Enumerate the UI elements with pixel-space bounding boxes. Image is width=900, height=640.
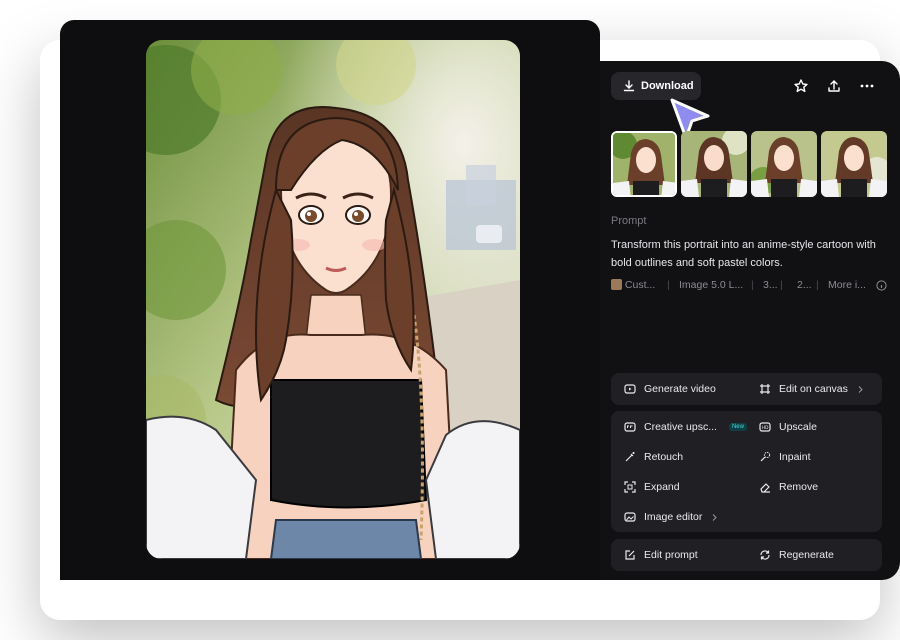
image-editor-icon: [624, 512, 636, 522]
edit-prompt-button[interactable]: Edit prompt: [624, 549, 698, 561]
remove-button[interactable]: Remove: [759, 481, 818, 493]
generated-image[interactable]: [146, 40, 520, 559]
meta-more[interactable]: More i...: [828, 279, 866, 291]
new-badge: New: [728, 423, 747, 431]
more-icon[interactable]: [859, 78, 875, 94]
edit-on-canvas-button[interactable]: Edit on canvas: [759, 383, 865, 395]
prompt-label: Prompt: [611, 215, 647, 227]
expand-icon: [624, 481, 636, 493]
inpaint-button[interactable]: Inpaint: [759, 451, 811, 463]
meta-divider: |: [751, 279, 754, 291]
svg-text:HD: HD: [762, 425, 769, 431]
eraser-icon: [760, 483, 770, 493]
meta-divider: |: [780, 279, 783, 291]
edit-prompt-icon: [625, 550, 635, 560]
style-thumb-icon: [611, 279, 622, 290]
meta-style[interactable]: Cust...: [611, 279, 655, 291]
video-icon: [624, 384, 636, 394]
regenerate-icon: [760, 550, 770, 560]
download-icon: [623, 80, 635, 92]
share-icon[interactable]: [826, 78, 842, 94]
chevron-right-icon: [858, 385, 863, 393]
prompt-text: Transform this portrait into an anime-st…: [611, 239, 876, 269]
toolbar: Download: [611, 72, 889, 102]
generation-meta: Cust... | Image 5.0 L... | 3... | 2... |…: [611, 279, 891, 293]
action-group-primary: Generate video Edit on canvas: [611, 373, 882, 405]
retouch-button[interactable]: Retouch: [624, 451, 683, 463]
canvas-icon: [760, 384, 770, 394]
upscale-button[interactable]: HD Upscale: [759, 421, 817, 433]
creative-upscale-button[interactable]: Creative upsc... New: [624, 421, 747, 433]
expand-button[interactable]: Expand: [624, 481, 680, 493]
meta-divider: |: [667, 279, 670, 291]
star-icon[interactable]: [793, 78, 809, 94]
meta-count[interactable]: 2...: [797, 279, 812, 291]
chevron-right-icon: [713, 513, 718, 521]
image-editor-button[interactable]: Image editor: [624, 511, 719, 523]
upscale-icon: HD: [759, 422, 771, 432]
meta-model[interactable]: Image 5.0 L...: [679, 279, 743, 291]
meta-ratio[interactable]: 3...: [763, 279, 778, 291]
info-icon[interactable]: [876, 280, 887, 291]
action-group-edit: Creative upsc... New HD Upscale Retouch …: [611, 411, 882, 532]
generate-video-button[interactable]: Generate video: [624, 383, 716, 395]
action-group-prompt: Edit prompt Regenerate: [611, 539, 882, 571]
regenerate-button[interactable]: Regenerate: [759, 549, 834, 561]
inpaint-icon: [760, 451, 771, 462]
thumbnail-3[interactable]: [751, 131, 817, 197]
meta-divider: |: [816, 279, 819, 291]
thumbnail-2[interactable]: [681, 131, 747, 197]
download-label: Download: [641, 80, 694, 92]
thumbnail-4[interactable]: [821, 131, 887, 197]
retouch-icon: [625, 452, 635, 462]
thumbnail-1[interactable]: [611, 131, 677, 197]
variation-thumbnails: [611, 131, 889, 199]
creative-upscale-icon: [624, 422, 636, 432]
